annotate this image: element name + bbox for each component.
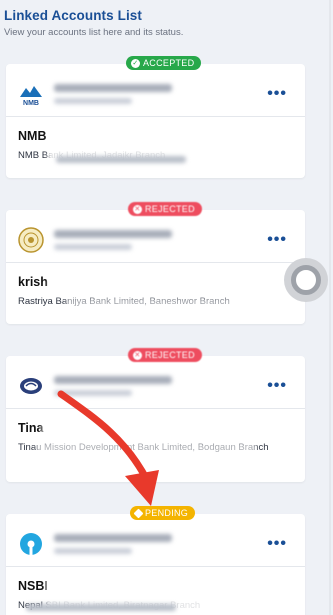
floating-assistive-button[interactable] — [284, 258, 328, 302]
tinau-mission-logo-icon — [18, 373, 44, 399]
circle-icon — [291, 265, 321, 295]
account-holder-blurred — [54, 84, 261, 104]
more-options-button[interactable]: ••• — [261, 86, 293, 102]
check-circle-icon: ✓ — [131, 58, 140, 68]
status-badge-rejected: ✕ REJECTED — [128, 202, 202, 216]
page-header: Linked Accounts List View your accounts … — [0, 0, 333, 38]
nmb-logo-icon: NMB — [18, 81, 44, 107]
account-card[interactable]: ✕ REJECTED ••• krish Rastriya Banijya Ba… — [6, 202, 305, 324]
scrollbar[interactable] — [329, 0, 331, 615]
svg-text:NMB: NMB — [23, 100, 39, 107]
more-options-button[interactable]: ••• — [261, 232, 293, 248]
pending-diamond-icon — [133, 508, 144, 518]
page-title: Linked Accounts List — [4, 8, 143, 23]
account-holder-blurred — [54, 230, 261, 250]
status-badge-rejected: ✕ REJECTED — [128, 348, 202, 362]
page-subtitle: View your accounts list here and its sta… — [4, 27, 184, 38]
sbi-logo-icon — [18, 531, 44, 557]
account-card[interactable]: ✕ REJECTED ••• Tina Tinau Mission Develo… — [6, 348, 305, 482]
account-holder-blurred — [54, 534, 261, 554]
more-options-button[interactable]: ••• — [261, 378, 293, 394]
account-card[interactable]: ✓ ACCEPTED NMB ••• NMB NMB Bank Limited,… — [6, 56, 305, 178]
rastriya-banijya-logo-icon — [18, 227, 44, 253]
account-holder-blurred — [54, 376, 261, 396]
more-options-button[interactable]: ••• — [261, 536, 293, 552]
status-badge-accepted: ✓ ACCEPTED — [126, 56, 202, 70]
close-circle-icon: ✕ — [133, 204, 142, 214]
status-badge-pending: PENDING — [130, 506, 196, 520]
close-circle-icon: ✕ — [133, 350, 142, 360]
account-card[interactable]: PENDING ••• NSBI Nepal SBI Bank Limited,… — [6, 506, 305, 615]
